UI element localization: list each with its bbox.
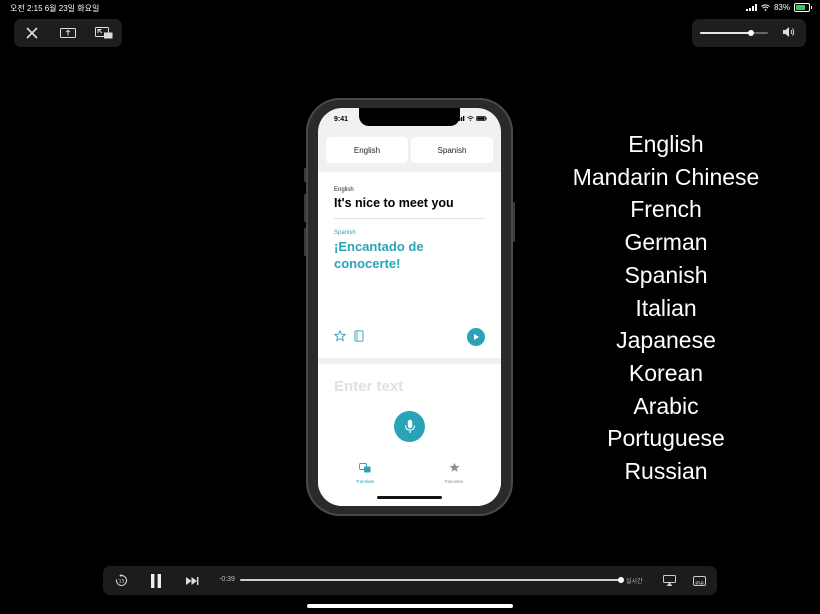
translated-text: ¡Encantado de conocerte!	[334, 239, 424, 271]
skip-back-15-button[interactable]: 15	[111, 566, 131, 595]
playback-progress-fill	[240, 579, 621, 581]
source-text: It's nice to meet you	[334, 196, 454, 210]
play-icon	[474, 334, 479, 340]
volume-knob[interactable]	[748, 30, 754, 36]
tab-translate-label: Translate	[355, 479, 375, 484]
phone-volume-up	[304, 194, 306, 222]
phone-side-button	[513, 202, 515, 242]
status-indicators: 83%	[745, 3, 812, 12]
expand-icon	[60, 28, 76, 38]
language-item: Korean	[628, 359, 704, 386]
language-item: Japanese	[616, 327, 716, 354]
volume-fill	[700, 32, 751, 34]
airplay-button[interactable]	[659, 566, 679, 595]
language-item: Arabic	[633, 392, 699, 419]
translation-card: English It's nice to meet you Spanish ¡E…	[318, 172, 501, 358]
speaker-icon	[783, 27, 795, 37]
language-item: Portuguese	[607, 425, 725, 452]
text-entry-area[interactable]: Enter text Translate Favorites	[318, 364, 501, 506]
live-label: 실시간	[626, 579, 643, 585]
phone-screen: 9:41 English Spanish English It's nice t…	[318, 108, 501, 506]
microphone-icon	[404, 419, 415, 433]
supported-languages-list: English Mandarin Chinese French German Spani…	[560, 128, 772, 488]
play-translation-button[interactable]	[467, 328, 485, 346]
skip-back-15-icon: 15	[115, 574, 127, 586]
favorites-tab-star-icon	[449, 462, 459, 472]
phone-signal-icon	[457, 116, 465, 121]
phone-battery-icon	[476, 116, 487, 121]
phone-volume-down	[304, 228, 306, 256]
top-controls	[14, 19, 122, 47]
pause-icon	[151, 573, 161, 588]
skip-forward-button[interactable]	[181, 566, 203, 595]
favorite-star-icon[interactable]	[334, 330, 346, 342]
phone-mute-switch	[304, 168, 306, 182]
language-item: Russian	[624, 458, 708, 485]
card-divider	[334, 218, 485, 219]
cellular-icon	[745, 4, 757, 11]
phone-time: 9:41	[334, 116, 349, 123]
status-time-date: 오전 2:15 6월 23일 화요일	[10, 4, 100, 13]
phone-status-icons	[457, 116, 487, 121]
language-item: German	[624, 229, 708, 256]
wifi-icon	[761, 4, 770, 11]
language-item: Spanish	[624, 261, 708, 288]
pause-button[interactable]	[145, 566, 167, 595]
playback-knob[interactable]	[618, 577, 624, 583]
card-actions	[334, 330, 364, 342]
subtitles-icon	[692, 575, 706, 586]
volume-control	[692, 19, 806, 47]
language-item: French	[630, 196, 702, 223]
phone-mockup: 9:41 English Spanish English It's nice t…	[304, 98, 515, 516]
status-bar: 오전 2:15 6월 23일 화요일 83%	[0, 0, 820, 14]
close-button[interactable]	[14, 19, 50, 47]
elapsed-time: -0:39	[219, 576, 235, 583]
source-language-button[interactable]: English	[326, 137, 408, 163]
fullscreen-toggle-button[interactable]	[50, 19, 86, 47]
language-item: Italian	[635, 294, 697, 321]
tab-translate[interactable]: Translate	[335, 460, 395, 484]
playback-scrubber[interactable]	[240, 577, 624, 583]
language-item: English	[628, 131, 704, 157]
volume-slider[interactable]	[700, 30, 768, 36]
phone-notch	[359, 108, 460, 126]
dictionary-book-icon[interactable]	[354, 330, 364, 342]
enter-text-placeholder[interactable]: Enter text	[334, 378, 403, 395]
language-item: Mandarin Chinese	[572, 163, 760, 190]
phone-wifi-icon	[467, 116, 474, 121]
close-icon	[26, 27, 38, 39]
playback-controls: 15 -0:39 실시간	[103, 566, 717, 595]
microphone-button[interactable]	[394, 411, 425, 442]
airplay-icon	[662, 575, 676, 586]
target-language-button[interactable]: Spanish	[411, 137, 493, 163]
fast-forward-icon	[185, 576, 198, 585]
picture-in-picture-button[interactable]	[86, 19, 122, 47]
svg-text:15: 15	[118, 579, 124, 585]
translate-tab-icon	[359, 463, 371, 473]
tab-favorites[interactable]: Favorites	[424, 460, 484, 484]
subtitles-button[interactable]	[689, 566, 709, 595]
phone-home-indicator	[377, 496, 442, 499]
source-language-label: English	[334, 187, 354, 193]
tab-favorites-label: Favorites	[444, 479, 464, 484]
home-indicator	[307, 604, 513, 608]
battery-percent: 83%	[773, 3, 790, 12]
battery-icon	[794, 3, 812, 12]
pip-icon	[95, 27, 113, 39]
target-language-label: Spanish	[334, 230, 356, 236]
